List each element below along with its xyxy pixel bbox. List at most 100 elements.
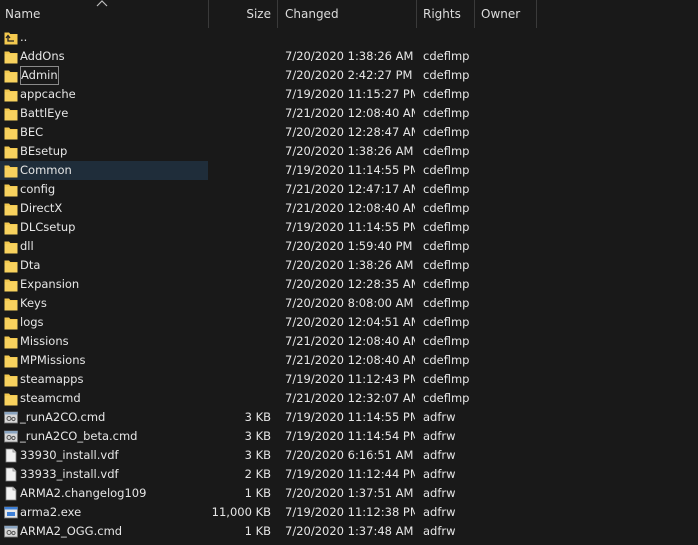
file-list-row[interactable]: BEsetup 7/20/2020 1:38:26 AM cdeflmp — [0, 142, 698, 161]
file-list-row[interactable]: BattlEye 7/21/2020 12:08:40 AM cdeflmp — [0, 104, 698, 123]
file-name-cell[interactable]: steamapps — [0, 370, 208, 389]
column-header-name[interactable]: Name — [0, 0, 209, 28]
file-changed: 7/19/2020 11:12:43 PM — [285, 372, 415, 386]
file-changed: 7/19/2020 11:12:38 PM — [285, 505, 415, 519]
file-name-cell[interactable]: BattlEye — [0, 104, 208, 123]
text-file-icon — [4, 486, 18, 501]
file-rights: cdeflmp — [423, 106, 470, 120]
column-header-owner[interactable]: Owner — [475, 0, 537, 28]
file-list-row[interactable]: Dta 7/20/2020 1:38:26 AM cdeflmp — [0, 256, 698, 275]
file-size: 1 KB — [244, 486, 271, 500]
file-list-row[interactable]: BEC 7/20/2020 12:28:47 AM cdeflmp — [0, 123, 698, 142]
file-list-row[interactable]: Expansion 7/20/2020 12:28:35 AM cdeflmp — [0, 275, 698, 294]
file-name-cell[interactable]: BEC — [0, 123, 208, 142]
file-changed: 7/21/2020 12:08:40 AM — [285, 334, 415, 348]
file-name-cell[interactable]: Admin — [0, 66, 208, 85]
file-name-cell[interactable]: logs — [0, 313, 208, 332]
file-name-cell[interactable]: _runA2CO.cmd — [0, 408, 208, 427]
file-rights: cdeflmp — [423, 220, 470, 234]
column-header-size-label: Size — [246, 7, 271, 21]
file-list-row[interactable]: MPMissions 7/21/2020 12:08:40 AM cdeflmp — [0, 351, 698, 370]
file-list-row[interactable]: DLCsetup 7/19/2020 11:14:55 PM cdeflmp — [0, 218, 698, 237]
file-name-cell[interactable]: 33930_install.vdf — [0, 446, 208, 465]
file-name-cell[interactable]: Missions — [0, 332, 208, 351]
file-name-cell[interactable]: appcache — [0, 85, 208, 104]
file-name-cell[interactable]: 33933_install.vdf — [0, 465, 208, 484]
file-size — [208, 66, 271, 85]
folder-icon — [4, 353, 18, 368]
file-name-cell[interactable]: Common — [0, 161, 208, 180]
file-name: .. — [20, 30, 28, 44]
file-name: _runA2CO_beta.cmd — [20, 429, 138, 443]
file-rights: cdeflmp — [423, 334, 470, 348]
file-name: Dta — [20, 258, 41, 272]
file-changed: 7/20/2020 12:04:51 AM — [285, 315, 415, 329]
file-name-cell[interactable]: Dta — [0, 256, 208, 275]
file-list-row[interactable]: steamapps 7/19/2020 11:12:43 PM cdeflmp — [0, 370, 698, 389]
file-name-cell[interactable]: DirectX — [0, 199, 208, 218]
file-changed: 7/20/2020 12:28:35 AM — [285, 277, 415, 291]
file-name-cell[interactable]: .. — [0, 28, 208, 47]
file-name-cell[interactable]: MPMissions — [0, 351, 208, 370]
file-list-row[interactable]: appcache 7/19/2020 11:15:27 PM cdeflmp — [0, 85, 698, 104]
file-name-cell[interactable]: _runA2CO_beta.cmd — [0, 427, 208, 446]
folder-icon — [4, 277, 18, 292]
file-list-row[interactable]: DirectX 7/21/2020 12:08:40 AM cdeflmp — [0, 199, 698, 218]
file-rights: cdeflmp — [423, 391, 470, 405]
file-list-row[interactable]: Keys 7/20/2020 8:08:00 AM cdeflmp — [0, 294, 698, 313]
text-file-icon — [4, 467, 18, 482]
folder-icon — [4, 163, 18, 178]
file-list-row[interactable]: ARMA2_OGG.cmd 1 KB 7/20/2020 1:37:48 AM adf… — [0, 522, 698, 541]
file-name-cell[interactable]: Expansion — [0, 275, 208, 294]
file-list-row[interactable]: steamcmd 7/21/2020 12:32:07 AM cdeflmp — [0, 389, 698, 408]
file-name-cell[interactable]: dll — [0, 237, 208, 256]
file-size — [208, 256, 271, 275]
file-size — [208, 332, 271, 351]
file-list-row[interactable]: logs 7/20/2020 12:04:51 AM cdeflmp — [0, 313, 698, 332]
file-list-row[interactable]: ARMA2.changelog109 1 KB 7/20/2020 1:37:51 … — [0, 484, 698, 503]
file-list-row[interactable]: Admin 7/20/2020 2:42:27 PM cdeflmp — [0, 66, 698, 85]
file-changed: 7/21/2020 12:47:17 AM — [285, 182, 415, 196]
column-header-rights[interactable]: Rights — [417, 0, 475, 28]
folder-icon — [4, 334, 18, 349]
file-name-cell[interactable]: Keys — [0, 294, 208, 313]
file-name: DLCsetup — [20, 220, 76, 234]
column-header-changed[interactable]: Changed — [278, 0, 417, 28]
file-list-row[interactable]: dll 7/20/2020 1:59:40 PM cdeflmp — [0, 237, 698, 256]
file-rights: cdeflmp — [423, 201, 470, 215]
file-rights: cdeflmp — [423, 296, 470, 310]
file-list-row[interactable]: config 7/21/2020 12:47:17 AM cdeflmp — [0, 180, 698, 199]
file-list-row[interactable]: .. — [0, 28, 698, 47]
cmd-file-icon — [4, 524, 18, 539]
file-name-cell[interactable]: AddOns — [0, 47, 208, 66]
file-size — [208, 313, 271, 332]
file-name: steamcmd — [20, 391, 81, 405]
cmd-file-icon — [4, 429, 18, 444]
folder-icon — [4, 87, 18, 102]
file-list-row[interactable]: 33933_install.vdf 2 KB 7/19/2020 11:12:44 … — [0, 465, 698, 484]
file-list-row[interactable]: 33930_install.vdf 3 KB 7/20/2020 6:16:51 A… — [0, 446, 698, 465]
file-name-cell[interactable]: config — [0, 180, 208, 199]
file-name: _runA2CO.cmd — [20, 410, 106, 424]
file-name-cell[interactable]: ARMA2_OGG.cmd — [0, 522, 208, 541]
folder-icon — [4, 372, 18, 387]
file-name-cell[interactable]: arma2.exe — [0, 503, 208, 522]
file-size — [208, 237, 271, 256]
file-list-row[interactable]: Missions 7/21/2020 12:08:40 AM cdeflmp — [0, 332, 698, 351]
file-list-row[interactable]: _runA2CO.cmd 3 KB 7/19/2020 11:14:55 PM adf… — [0, 408, 698, 427]
file-changed: 7/20/2020 1:38:26 AM — [285, 258, 414, 272]
column-header-size[interactable]: Size — [209, 0, 278, 28]
file-size — [208, 275, 271, 294]
file-rights: cdeflmp — [423, 353, 470, 367]
file-list-row[interactable]: AddOns 7/20/2020 1:38:26 AM cdeflmp — [0, 47, 698, 66]
file-name-cell[interactable]: steamcmd — [0, 389, 208, 408]
file-name-cell[interactable]: DLCsetup — [0, 218, 208, 237]
file-size: 11,000 KB — [211, 505, 271, 519]
file-name-cell[interactable]: ARMA2.changelog109 — [0, 484, 208, 503]
file-list-row[interactable]: _runA2CO_beta.cmd 3 KB 7/19/2020 11:14:54 … — [0, 427, 698, 446]
file-rights: cdeflmp — [423, 239, 470, 253]
file-size — [208, 142, 271, 161]
file-list-row[interactable]: Common 7/19/2020 11:14:55 PM cdeflmp — [0, 161, 698, 180]
file-list-row[interactable]: arma2.exe 11,000 KB 7/19/2020 11:12:38 PM a… — [0, 503, 698, 522]
file-name-cell[interactable]: BEsetup — [0, 142, 208, 161]
